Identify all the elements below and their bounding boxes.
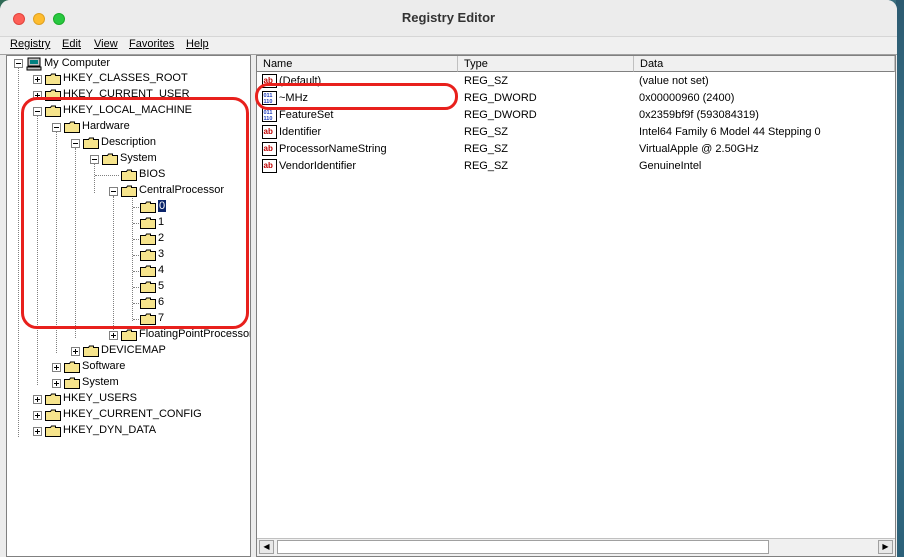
tree-node-hkey-users[interactable]: HKEY_USERS [45, 391, 185, 407]
tree-node-software[interactable]: Software [64, 359, 164, 375]
folder-icon [45, 73, 61, 85]
value-type: REG_DWORD [464, 109, 537, 121]
folder-icon [45, 409, 61, 421]
scrollbar-thumb[interactable] [277, 540, 769, 554]
folder-icon [64, 377, 80, 389]
expand-toggle[interactable] [52, 379, 61, 388]
title-bar: Registry Editor [0, 0, 897, 37]
value-name: FeatureSet [279, 109, 334, 121]
window-title: Registry Editor [401, 10, 496, 25]
folder-icon [45, 425, 61, 437]
value-type: REG_DWORD [464, 92, 537, 104]
desktop-background-right [896, 0, 904, 557]
annotation-highlight-mhz [255, 83, 458, 110]
tree-node-hkey-dyn-data[interactable]: HKEY_DYN_DATA [45, 423, 185, 439]
svg-text:110: 110 [264, 116, 273, 122]
expand-toggle[interactable] [109, 331, 118, 340]
expand-toggle[interactable] [33, 75, 42, 84]
value-data: 0x00000960 (2400) [639, 92, 735, 104]
tree-node-hkey-current-config[interactable]: HKEY_CURRENT_CONFIG [45, 407, 205, 423]
expand-toggle[interactable] [33, 411, 42, 420]
expand-toggle[interactable] [33, 395, 42, 404]
tree-node-devicemap[interactable]: DEVICEMAP [83, 343, 183, 359]
value-type: REG_SZ [464, 75, 509, 87]
scroll-left-button[interactable]: ◀ [259, 540, 274, 554]
svg-text:ab: ab [264, 144, 273, 153]
value-data: VirtualApple @ 2.50GHz [639, 143, 759, 155]
menu-bar: Registry Edit View Favorites Help [0, 37, 897, 55]
menu-help[interactable]: Help [186, 38, 209, 50]
folder-icon [64, 361, 80, 373]
registry-editor-window: Registry Editor Registry Edit View Favor… [0, 0, 897, 557]
folder-icon [121, 329, 137, 341]
svg-text:ab: ab [264, 161, 273, 170]
folder-icon [83, 345, 99, 357]
string-value-icon: ab [262, 142, 277, 156]
tree-node-system-hive[interactable]: System [64, 375, 164, 391]
tree-node-hkey-classes-root[interactable]: HKEY_CLASSES_ROOT [45, 71, 188, 87]
column-header-name[interactable]: Name [257, 56, 458, 72]
column-header-type[interactable]: Type [458, 56, 634, 72]
string-value-icon: ab [262, 159, 277, 173]
value-row[interactable]: ab Identifier REG_SZ Intel64 Family 6 Mo… [257, 124, 895, 141]
value-name: Identifier [279, 126, 322, 138]
value-data: (value not set) [639, 75, 709, 87]
collapse-toggle[interactable] [14, 59, 23, 68]
values-list-pane[interactable]: Name Type Data ab (Default) REG_SZ (valu… [256, 55, 896, 557]
value-type: REG_SZ [464, 160, 509, 172]
tree-label: My Computer [44, 57, 111, 69]
menu-favorites[interactable]: Favorites [129, 38, 174, 50]
binary-value-icon: 011110 [262, 108, 277, 122]
folder-icon [45, 393, 61, 405]
value-type: REG_SZ [464, 143, 509, 155]
value-row[interactable]: ab ProcessorNameString REG_SZ VirtualApp… [257, 141, 895, 158]
menu-view[interactable]: View [94, 38, 118, 50]
value-type: REG_SZ [464, 126, 509, 138]
column-header-data[interactable]: Data [634, 56, 895, 72]
menu-edit[interactable]: Edit [62, 38, 81, 50]
tree-line [18, 68, 19, 437]
value-name: ProcessorNameString [279, 143, 387, 155]
expand-toggle[interactable] [71, 347, 80, 356]
horizontal-scrollbar[interactable]: ◀ ▶ [257, 538, 895, 556]
expand-toggle[interactable] [33, 427, 42, 436]
expand-toggle[interactable] [52, 363, 61, 372]
svg-text:ab: ab [264, 127, 273, 136]
value-data: GenuineIntel [639, 160, 702, 172]
tree-node-my-computer[interactable]: My Computer [11, 56, 131, 72]
value-data: 0x2359bf9f (593084319) [639, 109, 759, 121]
value-name: VendorIdentifier [279, 160, 357, 172]
annotation-highlight-tree [21, 97, 249, 329]
string-value-icon: ab [262, 125, 277, 139]
value-data: Intel64 Family 6 Model 44 Stepping 0 [639, 126, 821, 138]
menu-registry[interactable]: Registry [10, 38, 50, 50]
scroll-right-button[interactable]: ▶ [878, 540, 893, 554]
value-row[interactable]: ab VendorIdentifier REG_SZ GenuineIntel [257, 158, 895, 175]
computer-icon [26, 57, 42, 71]
tree-node-floatingpointprocessor[interactable]: FloatingPointProcessor [121, 327, 250, 343]
